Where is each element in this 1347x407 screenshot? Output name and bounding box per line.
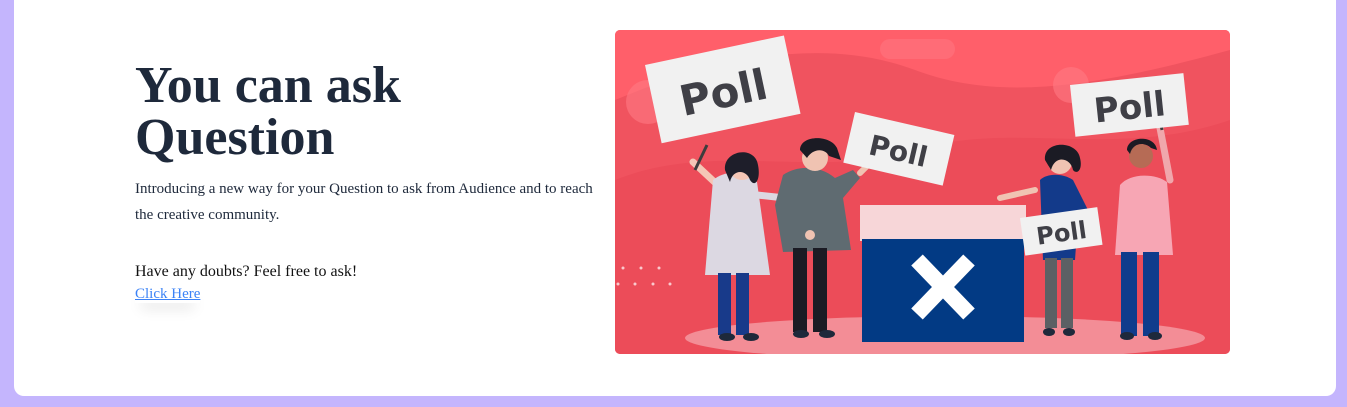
hero-title-line-1: You can ask: [135, 57, 401, 114]
hero-title: You can ask Question: [135, 60, 595, 164]
decor-cloud: [880, 39, 955, 59]
hero-title-line-2: Question: [135, 109, 335, 166]
hero-description: Introducing a new way for your Question …: [135, 181, 593, 223]
hero-text-block: You can ask Question Introducing a new w…: [135, 60, 595, 303]
poll-illustration-svg: Poll Poll Poll Poll: [615, 30, 1230, 354]
poll-sign-3-text: Poll: [1092, 84, 1167, 131]
ballot-box-lid: [860, 205, 1026, 241]
click-here-link[interactable]: Click Here: [135, 286, 200, 303]
poll-illustration: Poll Poll Poll Poll: [615, 30, 1230, 354]
doubts-text: Have any doubts? Feel free to ask!: [135, 263, 358, 280]
ballot-box: [860, 205, 1026, 342]
